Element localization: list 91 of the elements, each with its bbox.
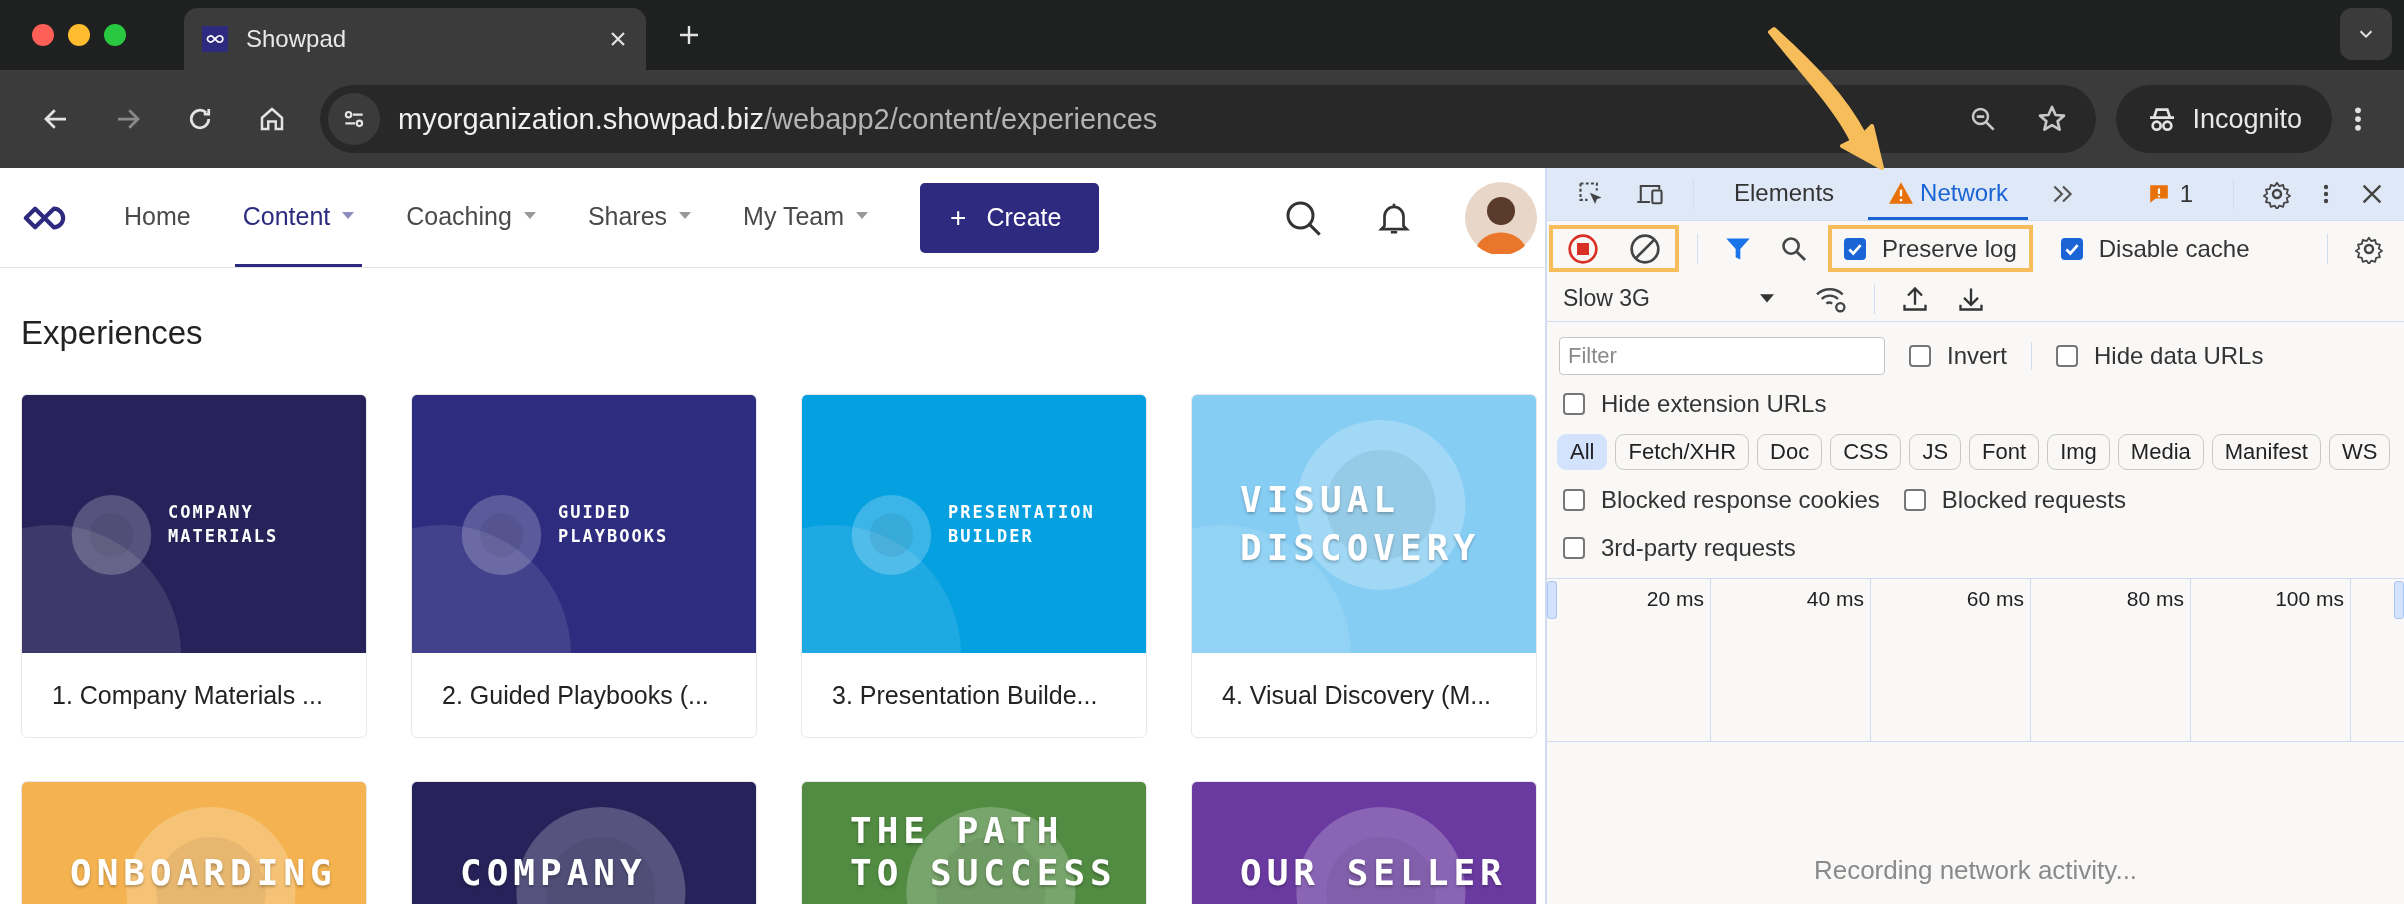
cover-title: ONBOARDING (70, 852, 337, 894)
experience-card[interactable]: GUIDED PLAYBOOKS 2. Guided Playbooks (... (411, 394, 757, 738)
checkbox[interactable] (2060, 237, 2083, 260)
checkbox[interactable] (1903, 489, 1926, 511)
nav-item[interactable]: Content (234, 168, 363, 267)
option-label: Preserve log (1882, 234, 2017, 263)
experience-card[interactable]: PRESENTATION BUILDER 3. Presentation Builde... (801, 394, 1147, 738)
cover-title: COMPANY (460, 852, 647, 894)
type-filter-chip[interactable]: Img (2047, 434, 2110, 470)
card-title[interactable]: 4. Visual Discovery (M... (1192, 653, 1536, 737)
incognito-button[interactable]: Incognito (2116, 85, 2332, 153)
create-button[interactable]: + Create (920, 182, 1100, 253)
settings-icon[interactable] (2262, 179, 2292, 209)
card-title[interactable]: 2. Guided Playbooks (... (412, 653, 756, 737)
infinity-icon (202, 26, 228, 52)
checkbox[interactable] (1563, 489, 1585, 511)
cover-title: PLAYBOOKS (558, 525, 669, 548)
cover-title: MATERIALS (168, 525, 279, 548)
cover-title: DISCOVERY (1240, 526, 1481, 570)
nav-item[interactable]: Home (116, 168, 199, 267)
search-icon[interactable] (1780, 234, 1808, 263)
card-title[interactable]: 1. Company Materials ... (22, 653, 366, 737)
clear-icon[interactable] (1629, 232, 1661, 265)
range-handle[interactable] (1547, 581, 1557, 619)
cover-title: PRESENTATION (948, 501, 1095, 524)
type-filter-chip[interactable]: JS (1909, 434, 1962, 470)
cover-title: COMPANY (168, 501, 254, 524)
address-bar[interactable]: myorganization.showpad.biz/webapp2/content/experiences (320, 85, 2097, 153)
experience-card[interactable]: COMPANY MATERIALS 1. Company Materials ... (21, 394, 367, 738)
checkbox[interactable] (1563, 537, 1585, 559)
nav-item[interactable]: Shares (579, 168, 700, 267)
status-message: Recording network activity... (1813, 855, 2138, 886)
type-filter-chip[interactable]: Media (2117, 434, 2204, 470)
type-filter-chip[interactable]: Fetch/XHR (1615, 434, 1750, 470)
card-title[interactable]: 3. Presentation Builde... (802, 653, 1146, 737)
upload-icon[interactable] (1900, 284, 1929, 313)
type-filter-chip[interactable]: CSS (1830, 434, 1902, 470)
experience-card[interactable]: VISUAL DISCOVERY 4. Visual Discovery (M... (1191, 394, 1537, 738)
cover-title: GUIDED (558, 501, 632, 524)
experience-card[interactable]: THE PATH TO SUCCESS (801, 781, 1147, 904)
option-label: Blocked requests (1941, 486, 2126, 514)
close-window-button[interactable] (32, 24, 54, 46)
type-filter-chip[interactable]: Font (1969, 434, 2040, 470)
caret-icon[interactable] (1759, 293, 1774, 304)
timeline-overview[interactable]: 20 ms 40 ms 60 ms 80 ms 100 ms (1547, 578, 2404, 742)
issues-counter[interactable]: 1 (2147, 180, 2193, 208)
checkbox[interactable] (2056, 345, 2079, 367)
cover-title: VISUAL (1240, 478, 1401, 522)
page-heading: Experiences (21, 314, 204, 352)
cover-title: TO SUCCESS (850, 852, 1117, 894)
avatar[interactable] (1465, 181, 1537, 254)
cover-title: THE PATH (850, 810, 1064, 852)
experience-card[interactable]: OUR SELLER (1191, 781, 1537, 904)
option-label: Blocked response cookies (1601, 486, 1880, 514)
nav-item[interactable]: My Team (735, 168, 877, 267)
close-icon[interactable] (2360, 182, 2384, 206)
record-button[interactable] (1567, 232, 1599, 265)
time-tick-label: 80 ms (2126, 587, 2184, 612)
option-label: 3rd-party requests (1601, 534, 1796, 562)
cover-title: BUILDER (948, 525, 1034, 548)
checkbox[interactable] (1563, 393, 1585, 415)
url-text: myorganization.showpad.biz/webapp2/content/experiences (398, 102, 1159, 136)
checkbox[interactable] (1844, 237, 1866, 260)
minimize-window-button[interactable] (68, 24, 90, 46)
time-tick-label: 40 ms (1806, 587, 1864, 612)
range-handle[interactable] (2394, 581, 2404, 619)
filter-field[interactable]: Filter (1559, 337, 1885, 375)
time-tick-label: 100 ms (2275, 587, 2344, 612)
type-filter-chip[interactable]: All (1557, 434, 1608, 470)
cover-title: OUR SELLER (1240, 852, 1507, 894)
option-label: Disable cache (2098, 234, 2250, 263)
experience-card[interactable]: COMPANY (411, 781, 757, 904)
option-label: Hide data URLs (2094, 342, 2264, 370)
issues-icon (2147, 183, 2170, 205)
more-icon[interactable] (2353, 104, 2363, 134)
throttling-dropdown[interactable]: Slow 3G (1563, 285, 1774, 312)
devtools-tab[interactable]: Network (1868, 168, 2029, 220)
maximize-window-button[interactable] (104, 24, 126, 46)
browser-tab[interactable]: Showpad (184, 8, 646, 70)
time-tick-label: 20 ms (1646, 587, 1704, 612)
type-filter-chip[interactable]: Manifest (2211, 434, 2321, 470)
site-settings-icon[interactable] (328, 93, 380, 145)
type-filter-chip[interactable]: Doc (1757, 434, 1823, 470)
plus-icon[interactable] (678, 24, 700, 46)
option-label: Hide extension URLs (1601, 390, 1827, 418)
nav-item[interactable]: Coaching (398, 168, 544, 267)
checkbox[interactable] (1909, 345, 1931, 367)
type-filter-chip[interactable]: WS (2328, 434, 2391, 470)
time-tick-label: 60 ms (1966, 587, 2024, 612)
option-label: Invert (1947, 342, 2008, 370)
devtools-tab[interactable]: Elements (1714, 168, 1855, 220)
